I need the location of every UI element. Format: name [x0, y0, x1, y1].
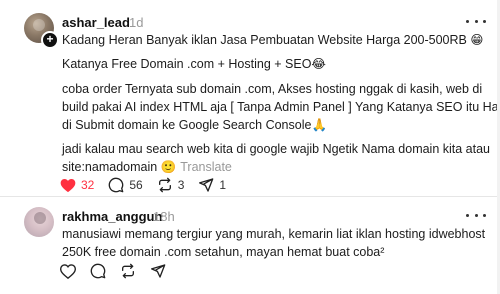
post-text-line: build pakai AI index HTML aja [ Tanpa Ad…	[62, 100, 500, 114]
share-button[interactable]: 1	[198, 177, 226, 193]
more-icon[interactable]	[466, 209, 486, 221]
post-time[interactable]: 1d	[129, 15, 143, 30]
repost-icon	[122, 263, 134, 279]
share-button[interactable]	[150, 263, 166, 279]
post-text-line: Katanya Free Domain .com + Hosting + SEO…	[62, 57, 327, 71]
avatar[interactable]	[24, 207, 54, 237]
post-author[interactable]: ashar_lead	[62, 15, 130, 30]
like-count: 32	[81, 178, 95, 192]
post-actions: 32 56 3 1	[60, 177, 240, 193]
like-button[interactable]	[60, 263, 76, 279]
comment-count: 56	[129, 178, 143, 192]
post-text-line: Kadang Heran Banyak iklan Jasa Pembuatan…	[62, 33, 484, 47]
heart-icon	[60, 263, 76, 279]
reply-actions	[60, 263, 180, 279]
post-text-line-last: site:namadomain 🙂 Translate	[62, 158, 482, 176]
repost-count: 3	[177, 178, 185, 192]
post-text-line: jadi kalau mau search web kita di google…	[62, 142, 491, 156]
post-text-line: coba order Ternyata sub domain .com, Aks…	[62, 82, 483, 96]
comment-button[interactable]: 56	[108, 177, 143, 193]
comment-button[interactable]	[90, 263, 106, 279]
reply-time[interactable]: 18h	[153, 209, 175, 224]
thread-view: + ashar_lead 1d Kadang Heran Banyak ikla…	[0, 0, 500, 294]
repost-icon	[158, 177, 171, 193]
avatar-face	[33, 19, 45, 31]
divider	[0, 196, 500, 197]
repost-button[interactable]: 3	[157, 177, 185, 193]
avatar-face	[34, 212, 46, 224]
comment-icon	[90, 263, 106, 279]
reply-text-line: manusiawi memang tergiur yang murah, kem…	[62, 227, 486, 241]
reply-text-line: 250K free domain .com setahun, mayan hem…	[62, 245, 385, 259]
post-text-line: di Submit domain ke Google Search Consol…	[62, 118, 328, 132]
post-text-line: site:namadomain 🙂	[62, 160, 177, 174]
repost-button[interactable]	[120, 263, 136, 279]
like-button[interactable]: 32	[60, 178, 94, 193]
translate-link[interactable]: Translate	[180, 160, 232, 174]
reply-author[interactable]: rakhma_anggun	[62, 209, 162, 224]
add-follow-icon[interactable]: +	[41, 31, 59, 49]
share-icon	[151, 264, 166, 278]
heart-icon	[60, 178, 76, 192]
share-count: 1	[219, 178, 227, 192]
comment-icon	[109, 177, 124, 193]
share-icon	[199, 178, 214, 192]
more-icon[interactable]	[466, 15, 486, 27]
